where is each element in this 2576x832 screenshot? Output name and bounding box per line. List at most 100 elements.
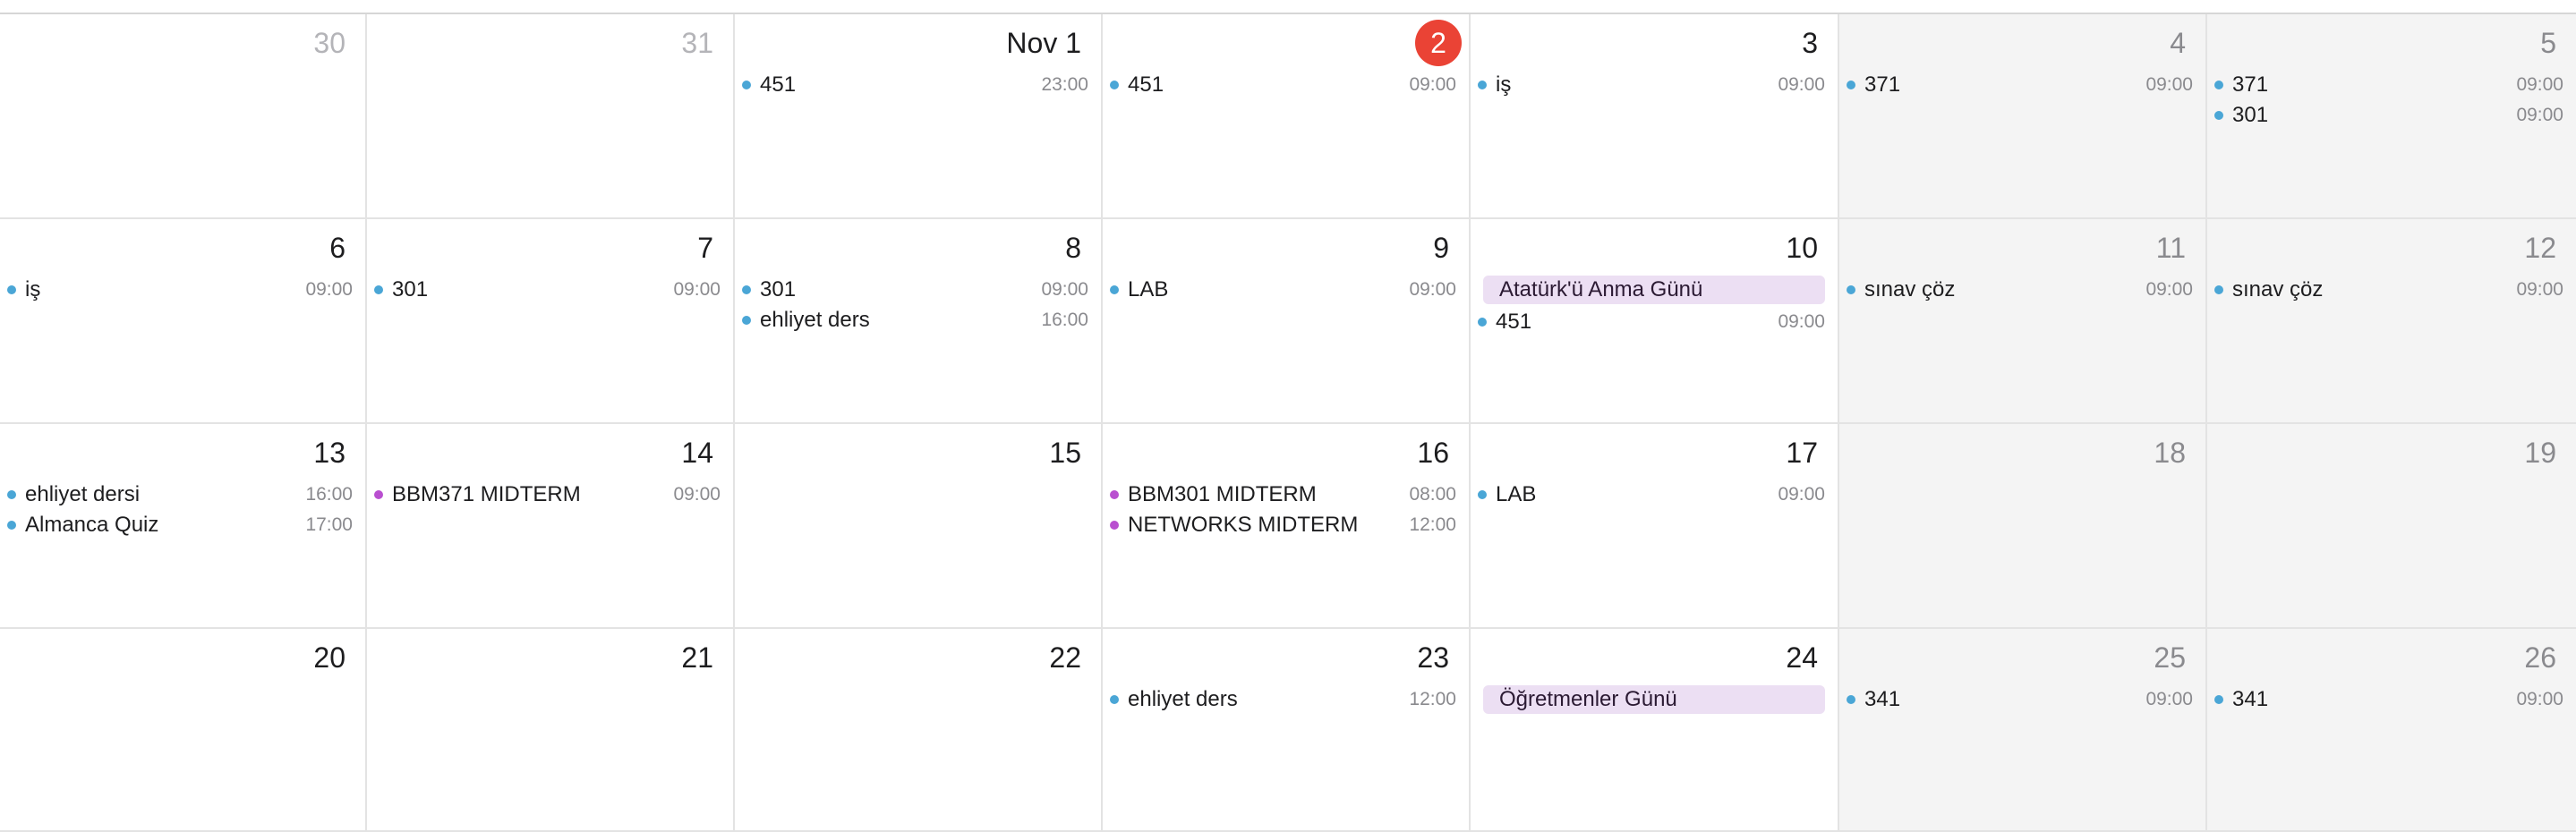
- event-time: 08:00: [1409, 484, 1456, 505]
- event-list: BBM301 MIDTERM 08:00 NETWORKS MIDTERM 12:00: [1110, 480, 1456, 540]
- event-title: 301: [760, 277, 797, 301]
- calendar-color-dot-icon: [1110, 521, 1119, 530]
- day-cell[interactable]: 5 371 09:00 301 09:00: [2207, 14, 2576, 219]
- day-number: 31: [681, 27, 713, 59]
- event-title: 341: [2232, 687, 2269, 711]
- calendar-event[interactable]: sınav çöz 09:00: [2214, 275, 2563, 305]
- all-day-event[interactable]: Atatürk'ü Anma Günü: [1483, 276, 1825, 304]
- calendar-event[interactable]: BBM371 MIDTERM 09:00: [374, 480, 721, 510]
- calendar-event[interactable]: 301 09:00: [374, 275, 721, 305]
- day-cell[interactable]: 2 451 09:00: [1103, 14, 1471, 219]
- day-cell[interactable]: 9 LAB 09:00: [1103, 219, 1471, 424]
- calendar-event[interactable]: 301 09:00: [742, 275, 1088, 305]
- day-cell[interactable]: Nov 1 451 23:00: [735, 14, 1103, 219]
- day-cell[interactable]: 22: [735, 629, 1103, 832]
- calendar-color-dot-icon: [1847, 285, 1855, 294]
- day-cell[interactable]: 10 Atatürk'ü Anma Günü 451 09:00: [1471, 219, 1839, 424]
- day-cell[interactable]: 16 BBM301 MIDTERM 08:00 NETWORKS MIDTERM 12:…: [1103, 424, 1471, 629]
- event-time: 09:00: [305, 279, 353, 300]
- calendar-event[interactable]: NETWORKS MIDTERM 12:00: [1110, 510, 1456, 540]
- calendar-event[interactable]: ehliyet ders 12:00: [1110, 684, 1456, 715]
- calendar-event[interactable]: 371 09:00: [1847, 70, 2193, 100]
- event-title: iş: [25, 277, 41, 301]
- event-time: 17:00: [305, 514, 353, 535]
- calendar-event[interactable]: LAB 09:00: [1110, 275, 1456, 305]
- event-title: NETWORKS MIDTERM: [1128, 513, 1359, 537]
- calendar-event[interactable]: sınav çöz 09:00: [1847, 275, 2193, 305]
- event-list: LAB 09:00: [1478, 480, 1825, 510]
- day-cell[interactable]: 24 Öğretmenler Günü: [1471, 629, 1839, 832]
- day-cell[interactable]: 3 iş 09:00: [1471, 14, 1839, 219]
- event-time: 09:00: [1409, 74, 1456, 95]
- calendar-event[interactable]: 301 09:00: [2214, 100, 2563, 131]
- day-cell[interactable]: 18: [1839, 424, 2207, 629]
- calendar-event[interactable]: LAB 09:00: [1478, 480, 1825, 510]
- day-cell[interactable]: 6 iş 09:00: [0, 219, 367, 424]
- event-list: 371 09:00 301 09:00: [2214, 70, 2563, 131]
- day-cell[interactable]: 23 ehliyet ders 12:00: [1103, 629, 1471, 832]
- calendar-event[interactable]: iş 09:00: [7, 275, 353, 305]
- calendar-header-divider: [0, 0, 2576, 14]
- calendar-color-dot-icon: [2214, 81, 2223, 89]
- calendar-color-dot-icon: [1110, 490, 1119, 499]
- calendar-event[interactable]: iş 09:00: [1478, 70, 1825, 100]
- event-title: ehliyet ders: [760, 308, 870, 332]
- event-time: 16:00: [305, 484, 353, 505]
- day-number: 16: [1417, 437, 1449, 469]
- event-list: 301 09:00 ehliyet ders 16:00: [742, 275, 1088, 335]
- day-cell[interactable]: 12 sınav çöz 09:00: [2207, 219, 2576, 424]
- event-title: 371: [2232, 72, 2269, 97]
- event-time: 09:00: [673, 484, 721, 505]
- day-cell[interactable]: 30: [0, 14, 367, 219]
- event-list: 371 09:00: [1847, 70, 2193, 100]
- event-title: ehliyet dersi: [25, 482, 141, 506]
- day-cell[interactable]: 25 341 09:00: [1839, 629, 2207, 832]
- calendar-event[interactable]: ehliyet dersi 16:00: [7, 480, 353, 510]
- day-cell[interactable]: 14 BBM371 MIDTERM 09:00: [367, 424, 735, 629]
- event-time: 09:00: [1778, 311, 1825, 332]
- calendar-event[interactable]: ehliyet ders 16:00: [742, 305, 1088, 335]
- event-list: sınav çöz 09:00: [1847, 275, 2193, 305]
- event-title: 301: [392, 277, 429, 301]
- event-title: 301: [2232, 103, 2269, 127]
- event-list: Öğretmenler Günü: [1478, 684, 1825, 717]
- day-number: 18: [2154, 437, 2186, 469]
- day-cell[interactable]: 8 301 09:00 ehliyet ders 16:00: [735, 219, 1103, 424]
- calendar-color-dot-icon: [1478, 81, 1487, 89]
- day-cell[interactable]: 20: [0, 629, 367, 832]
- calendar-color-dot-icon: [2214, 695, 2223, 704]
- day-number: 17: [1786, 437, 1818, 469]
- event-list: 341 09:00: [1847, 684, 2193, 715]
- calendar-color-dot-icon: [7, 285, 16, 294]
- day-cell[interactable]: 26 341 09:00: [2207, 629, 2576, 832]
- day-cell[interactable]: 4 371 09:00: [1839, 14, 2207, 219]
- day-cell[interactable]: 31: [367, 14, 735, 219]
- event-list: ehliyet ders 12:00: [1110, 684, 1456, 715]
- day-cell[interactable]: 17 LAB 09:00: [1471, 424, 1839, 629]
- calendar-event[interactable]: 341 09:00: [1847, 684, 2193, 715]
- day-cell[interactable]: 15: [735, 424, 1103, 629]
- today-badge: 2: [1415, 20, 1462, 66]
- event-time: 09:00: [2516, 689, 2563, 709]
- day-cell[interactable]: 11 sınav çöz 09:00: [1839, 219, 2207, 424]
- event-time: 09:00: [1041, 279, 1088, 300]
- calendar-event[interactable]: 341 09:00: [2214, 684, 2563, 715]
- all-day-event[interactable]: Öğretmenler Günü: [1483, 685, 1825, 714]
- day-number: 8: [1065, 232, 1081, 264]
- event-list: sınav çöz 09:00: [2214, 275, 2563, 305]
- day-cell[interactable]: 13 ehliyet dersi 16:00 Almanca Quiz 17:00: [0, 424, 367, 629]
- calendar-event[interactable]: 451 09:00: [1110, 70, 1456, 100]
- calendar-event[interactable]: 451 23:00: [742, 70, 1088, 100]
- day-cell[interactable]: 7 301 09:00: [367, 219, 735, 424]
- calendar-event[interactable]: BBM301 MIDTERM 08:00: [1110, 480, 1456, 510]
- event-time: 12:00: [1409, 689, 1456, 709]
- calendar-event[interactable]: 451 09:00: [1478, 307, 1825, 337]
- day-number: Nov 1: [1006, 27, 1081, 59]
- calendar-color-dot-icon: [7, 521, 16, 530]
- calendar-event[interactable]: 371 09:00: [2214, 70, 2563, 100]
- calendar-color-dot-icon: [1847, 81, 1855, 89]
- day-cell[interactable]: 19: [2207, 424, 2576, 629]
- day-number: 24: [1786, 641, 1818, 674]
- calendar-event[interactable]: Almanca Quiz 17:00: [7, 510, 353, 540]
- day-cell[interactable]: 21: [367, 629, 735, 832]
